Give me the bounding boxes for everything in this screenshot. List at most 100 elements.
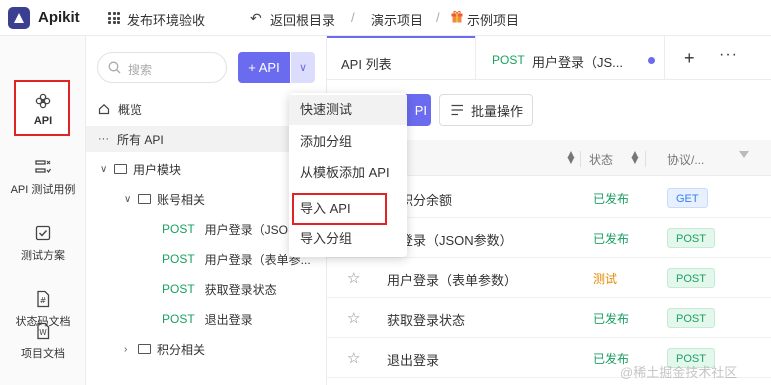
svg-text:W: W <box>39 328 47 337</box>
breadcrumb-demo-project[interactable]: 演示项目 <box>371 10 423 29</box>
unsaved-dot <box>648 57 655 64</box>
bulk-actions-button[interactable]: 批量操作 <box>439 94 533 126</box>
add-api-dropdown-toggle[interactable]: ∨ <box>291 52 315 83</box>
breadcrumb-sample-project[interactable]: 示例项目 <box>467 10 519 29</box>
nav-item-api[interactable]: API <box>0 92 86 127</box>
search-placeholder: 搜索 <box>128 63 153 77</box>
nav-item-api-test-cases[interactable]: API 测试用例 <box>0 158 86 197</box>
app-name: Apikit <box>38 9 80 26</box>
breadcrumb-separator: / <box>436 10 440 25</box>
gift-icon <box>451 10 463 23</box>
method-label: POST <box>162 222 195 236</box>
nav-label: API <box>33 115 53 127</box>
method-badge: POST <box>667 308 715 328</box>
home-icon <box>98 103 110 115</box>
column-divider <box>580 151 581 167</box>
sort-icon[interactable]: ▲ ▼ <box>565 148 577 166</box>
tab-open-api[interactable]: POST 用户登录（JS... <box>475 36 665 80</box>
table-row[interactable]: ☆ 用户登录（表单参数） 测试 POST <box>327 258 771 298</box>
back-arrow-icon[interactable]: ↶ <box>250 10 262 27</box>
nav-label: API 测试用例 <box>10 184 76 196</box>
add-api-button[interactable]: + API <box>238 52 290 83</box>
apps-grid-icon[interactable] <box>108 12 120 24</box>
api-name: 退出登录 <box>387 353 440 368</box>
more-tabs-button[interactable]: ··· <box>719 46 738 64</box>
tree-label: 所有 API <box>117 132 164 147</box>
table-row[interactable]: ☆ 获取登录状态 已发布 POST <box>327 298 771 338</box>
svg-text:#: # <box>40 296 47 305</box>
sort-icon[interactable]: ▲ ▼ <box>629 148 641 166</box>
dots-icon: ··· <box>98 133 109 145</box>
add-api-dropdown-menu: 快速测试 添加分组 从模板添加 API 导入 API 导入分组 <box>289 93 407 257</box>
method-badge: POST <box>667 228 715 248</box>
method-badge: GET <box>667 188 708 208</box>
nav-label: 测试方案 <box>21 250 65 262</box>
tab-api-list[interactable]: API 列表 <box>327 36 475 80</box>
nav-item-project-docs[interactable]: W 项目文档 <box>0 322 86 361</box>
folder-icon <box>138 344 151 354</box>
filter-icon[interactable] <box>739 151 749 158</box>
project-doc-icon: W <box>37 322 50 340</box>
add-tab-button[interactable]: + <box>684 48 695 69</box>
method-label: POST <box>162 312 195 326</box>
tree-label: 账号相关 <box>157 192 206 207</box>
folder-icon <box>114 164 127 174</box>
status-code-icon: # <box>37 290 50 308</box>
menu-item-add-from-template[interactable]: 从模板添加 API <box>289 158 407 188</box>
status-text: 已发布 <box>593 312 630 326</box>
chevron-down-icon: ∨ <box>298 62 308 74</box>
watermark: @稀土掘金技术社区 <box>620 365 738 380</box>
column-divider <box>645 151 646 167</box>
api-icon <box>35 93 51 109</box>
tree-label: 概览 <box>118 102 143 117</box>
tree-label: 获取登录状态 <box>204 282 277 297</box>
tree-item-points[interactable]: › 积分相关 <box>86 336 327 362</box>
star-icon[interactable]: ☆ <box>347 349 360 367</box>
breadcrumb-separator: / <box>351 10 355 25</box>
menu-item-add-group[interactable]: 添加分组 <box>289 127 407 157</box>
tab-bar: API 列表 POST 用户登录（JS... + ··· <box>327 36 771 80</box>
api-name: 用户登录（表单参数） <box>387 273 518 288</box>
search-input[interactable]: 搜索 <box>97 52 227 83</box>
logo-icon <box>14 13 24 23</box>
status-text: 测试 <box>593 272 618 286</box>
tree-label: 用户模块 <box>133 162 182 177</box>
import-api-highlight <box>292 193 387 225</box>
env-selector[interactable]: 发布环境验收 <box>127 10 205 29</box>
back-to-root-link[interactable]: 返回根目录 <box>270 10 335 29</box>
method-label: POST <box>492 53 525 67</box>
chevron-down-icon[interactable]: ∨ <box>124 194 134 205</box>
nav-item-test-plan[interactable]: 测试方案 <box>0 224 86 263</box>
api-name: 获取登录状态 <box>387 313 466 328</box>
test-plan-icon <box>35 225 51 241</box>
chevron-right-icon[interactable]: › <box>124 344 134 355</box>
tab-label: API 列表 <box>341 57 392 72</box>
col-status: 状态 <box>589 153 614 167</box>
method-label: POST <box>162 252 195 266</box>
left-nav: API API 测试用例 测试方案 # 状态码文档 W 项目文档 <box>0 36 86 385</box>
tree-api-item[interactable]: POST 退出登录 <box>86 306 327 332</box>
nav-label: 项目文档 <box>21 348 65 360</box>
method-badge: POST <box>667 268 715 288</box>
folder-icon <box>138 194 151 204</box>
search-icon <box>108 61 121 74</box>
star-icon[interactable]: ☆ <box>347 309 360 327</box>
method-label: POST <box>162 282 195 296</box>
col-protocol: 协议/... <box>667 153 705 167</box>
star-icon[interactable]: ☆ <box>347 269 360 287</box>
top-bar: Apikit 发布环境验收 ↶ 返回根目录 / 演示项目 / 示例项目 <box>0 0 771 36</box>
chevron-down-icon[interactable]: ∨ <box>100 164 110 175</box>
status-text: 已发布 <box>593 232 630 246</box>
tree-label: 退出登录 <box>204 312 253 327</box>
bulk-label: 批量操作 <box>471 103 524 119</box>
apikit-logo[interactable] <box>8 7 30 29</box>
test-case-icon <box>35 160 51 174</box>
tree-label: 用户登录（JSON <box>204 222 297 237</box>
tree-label: 积分相关 <box>157 342 206 357</box>
menu-item-quick-test[interactable]: 快速测试 <box>289 95 407 125</box>
tab-label: 用户登录（JS... <box>532 55 624 70</box>
list-icon <box>451 104 463 116</box>
tree-api-item[interactable]: POST 获取登录状态 <box>86 276 327 302</box>
status-text: 已发布 <box>593 192 630 206</box>
menu-item-import-group[interactable]: 导入分组 <box>289 224 407 254</box>
